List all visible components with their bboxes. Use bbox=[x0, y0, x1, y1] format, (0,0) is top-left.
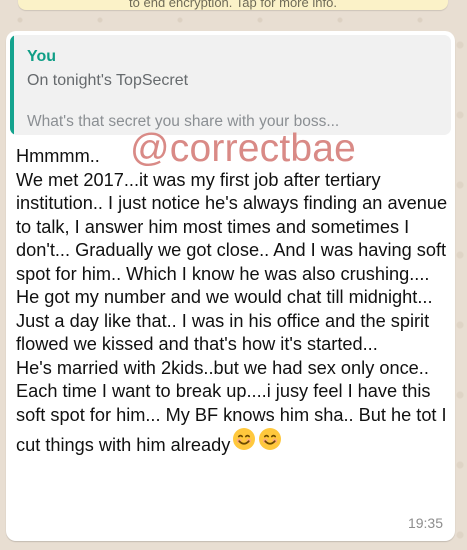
quote-accent-bar bbox=[10, 35, 14, 135]
quoted-message-line: On tonight's TopSecret bbox=[27, 72, 189, 89]
watermark-text: @correctbae bbox=[130, 127, 357, 170]
message-body-text: Hmmmm.. We met 2017...it was my first jo… bbox=[16, 146, 448, 455]
encryption-notice-text: to end encryption. Tap for more info. bbox=[129, 0, 337, 10]
emoji-group bbox=[230, 427, 282, 451]
message-timestamp: 19:35 bbox=[407, 515, 443, 531]
quoted-message[interactable]: You On tonight's TopSecret What's that s… bbox=[10, 35, 451, 135]
message-body: Hmmmm.. We met 2017...it was my first jo… bbox=[16, 145, 450, 458]
encryption-notice[interactable]: to end encryption. Tap for more info. bbox=[18, 0, 448, 10]
smiling-face-with-smiling-eyes-icon bbox=[258, 427, 282, 451]
incoming-message-bubble[interactable]: You On tonight's TopSecret What's that s… bbox=[6, 31, 455, 541]
smiling-face-with-smiling-eyes-icon bbox=[232, 427, 256, 451]
quoted-author: You bbox=[27, 48, 57, 65]
